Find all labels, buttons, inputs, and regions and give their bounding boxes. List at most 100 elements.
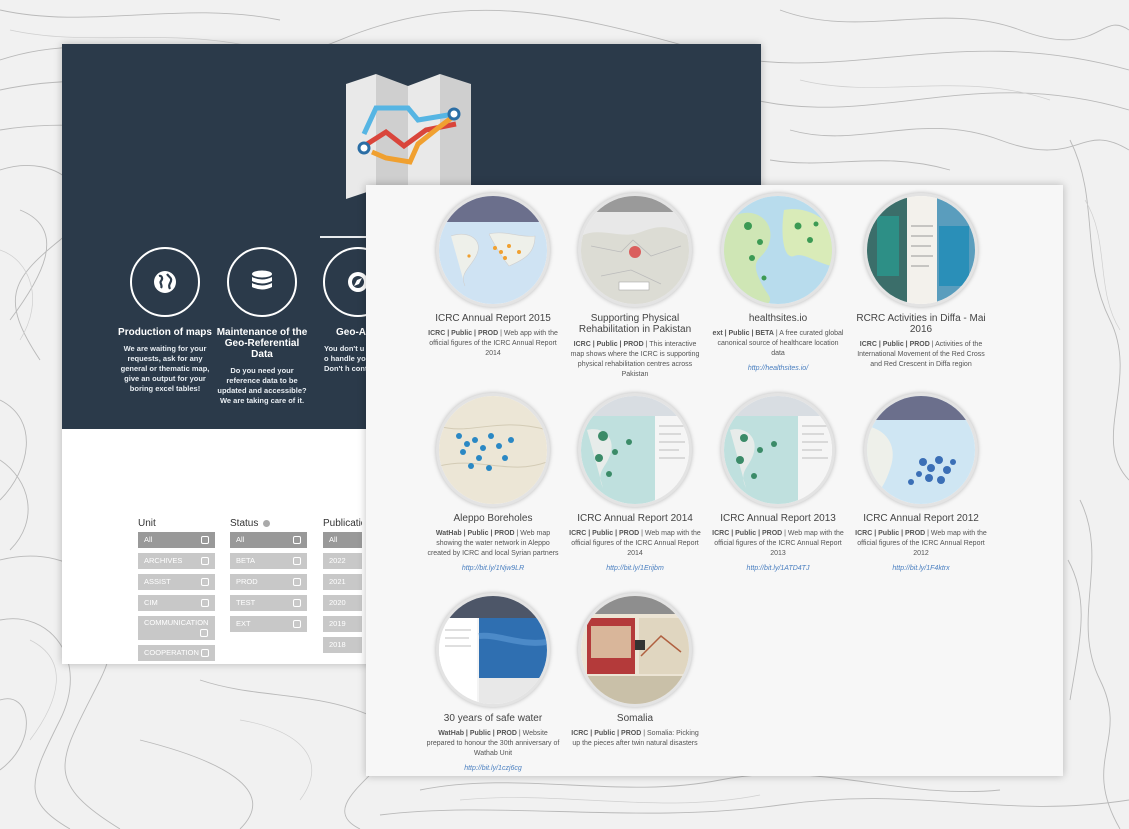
option-label: All — [329, 535, 338, 544]
option-label: TEST — [236, 598, 256, 607]
card-tags: ICRC | Public | PROD — [571, 730, 642, 737]
option-label: CIM — [144, 598, 158, 607]
card-tags: WatHab | Public | PROD — [435, 530, 515, 537]
map-thumbnail[interactable] — [436, 193, 550, 307]
unit-option-cooperation[interactable]: COOPERATION — [138, 645, 215, 661]
map-thumbnail[interactable] — [436, 393, 550, 507]
card-link[interactable]: http://bit.ly/1ATD4TJ — [708, 565, 848, 572]
card-description: ICRC | Public | PROD | Web app with the … — [423, 329, 563, 359]
checkbox-icon — [201, 649, 209, 657]
status-option-test[interactable]: TEST — [230, 595, 307, 611]
status-option-prod[interactable]: PROD — [230, 574, 307, 590]
card-title: ICRC Annual Report 2015 — [435, 313, 551, 324]
service-production-of-maps[interactable]: Production of maps We are waiting for yo… — [118, 247, 212, 394]
checkbox-icon — [201, 557, 209, 565]
card-link[interactable]: http://bit.ly/1czj6cg — [423, 765, 563, 772]
card-link[interactable]: http://bit.ly/1Njw9LR — [423, 565, 563, 572]
status-option-ext[interactable]: EXT — [230, 616, 307, 632]
card-title: Aleppo Boreholes — [453, 513, 533, 524]
map-thumbnail[interactable] — [578, 393, 692, 507]
status-option-all[interactable]: All — [230, 532, 307, 548]
map-thumbnail[interactable] — [578, 593, 692, 707]
publication-option-2021[interactable]: 2021 — [323, 574, 362, 590]
card-description: ext | Public | BETA | A free curated glo… — [708, 329, 848, 359]
gallery-card[interactable]: Aleppo Boreholes WatHab | Public | PROD … — [423, 393, 563, 572]
publication-option-2018[interactable]: 2018 — [323, 637, 362, 653]
map-thumbnail[interactable] — [864, 393, 978, 507]
card-tags: ICRC | Public | PROD — [569, 530, 640, 537]
unit-option-all[interactable]: All — [138, 532, 215, 548]
card-description: ICRC | Public | PROD | Activities of the… — [851, 340, 991, 370]
card-title: healthsites.io — [748, 313, 808, 324]
card-link[interactable]: http://healthsites.io/ — [708, 365, 848, 372]
card-link[interactable]: http://bit.ly/1F4ktrx — [851, 565, 991, 572]
service-description: Do you need your reference data to be up… — [217, 366, 307, 405]
option-label: 2018 — [329, 640, 346, 649]
checkbox-icon — [201, 578, 209, 586]
gallery-card[interactable]: Somalia ICRC | Public | PROD | Somalia: … — [565, 593, 705, 749]
unit-option-archives[interactable]: ARCHIVES — [138, 553, 215, 569]
publication-option-all[interactable]: All — [323, 532, 362, 548]
unit-filter-label: Unit — [138, 518, 156, 529]
service-title: Maintenance of the Geo-Referential Data — [216, 327, 308, 360]
option-label: All — [236, 535, 245, 544]
publication-filter-label: Publicatio — [323, 518, 362, 529]
option-label: 2019 — [329, 619, 346, 628]
publication-option-2019[interactable]: 2019 — [323, 616, 362, 632]
card-title: ICRC Annual Report 2012 — [863, 513, 979, 524]
gallery-card[interactable]: 30 years of safe water WatHab | Public |… — [423, 593, 563, 772]
info-icon[interactable] — [263, 519, 271, 527]
card-description: ICRC | Public | PROD | Somalia: Picking … — [565, 729, 705, 749]
card-description: WatHab | Public | PROD | Website prepare… — [423, 729, 563, 759]
option-label: ASSIST — [144, 577, 171, 586]
photo-thumbnail[interactable] — [864, 193, 978, 307]
card-title: ICRC Annual Report 2013 — [720, 513, 836, 524]
card-description: ICRC | Public | PROD | Web map with the … — [708, 529, 848, 559]
filter-panel: Unit All ARCHIVES ASSIST CIM COMMUNICATI… — [122, 506, 362, 664]
unit-option-assist[interactable]: ASSIST — [138, 574, 215, 590]
status-option-beta[interactable]: BETA — [230, 553, 307, 569]
option-label: 2022 — [329, 556, 346, 565]
checkbox-icon — [200, 629, 208, 637]
gallery-card[interactable]: ICRC Annual Report 2014 ICRC | Public | … — [565, 393, 705, 572]
map-thumbnail[interactable] — [436, 593, 550, 707]
unit-filter: Unit All ARCHIVES ASSIST CIM COMMUNICATI… — [138, 516, 215, 664]
unit-option-cim[interactable]: CIM — [138, 595, 215, 611]
gallery-card[interactable]: ICRC Annual Report 2012 ICRC | Public | … — [851, 393, 991, 572]
card-title: Somalia — [616, 713, 654, 724]
map-thumbnail[interactable] — [721, 393, 835, 507]
card-description: ICRC | Public | PROD | Web map with the … — [565, 529, 705, 559]
service-maintenance-geo-data[interactable]: Maintenance of the Geo-Referential Data … — [215, 247, 309, 406]
gallery-card[interactable]: ICRC Annual Report 2013 ICRC | Public | … — [708, 393, 848, 572]
option-label: 2020 — [329, 598, 346, 607]
publication-option-2022[interactable]: 2022 — [323, 553, 362, 569]
map-thumbnail[interactable] — [578, 193, 692, 307]
map-thumbnail[interactable] — [721, 193, 835, 307]
globe-icon — [130, 247, 200, 317]
checkbox-icon — [201, 599, 209, 607]
option-label: PROD — [236, 577, 258, 586]
gallery-card[interactable]: ICRC Annual Report 2015 ICRC | Public | … — [423, 193, 563, 359]
gallery-card[interactable]: RCRC Activities in Diffa - Mai 2016 ICRC… — [851, 193, 991, 370]
gallery-card[interactable]: healthsites.io ext | Public | BETA | A f… — [708, 193, 848, 372]
card-title: RCRC Activities in Diffa - Mai 2016 — [856, 313, 986, 335]
unit-option-communication[interactable]: COMMUNICATION — [138, 616, 215, 640]
gallery-card[interactable]: Supporting Physical Rehabilitation in Pa… — [565, 193, 705, 380]
service-title: Production of maps — [118, 327, 212, 338]
card-tags: ICRC | Public | PROD — [428, 330, 499, 337]
publication-option-2020[interactable]: 2020 — [323, 595, 362, 611]
maps-gallery-screenshot: ICRC Annual Report 2015 ICRC | Public | … — [366, 185, 1063, 776]
option-label: All — [144, 535, 153, 544]
card-link[interactable]: http://bit.ly/1Erijbm — [565, 565, 705, 572]
card-title: Supporting Physical Rehabilitation in Pa… — [578, 313, 692, 335]
card-tags: ext | Public | BETA — [712, 330, 774, 337]
card-tags: ICRC | Public | PROD — [855, 530, 926, 537]
card-tags: ICRC | Public | PROD — [859, 341, 930, 348]
checkbox-icon — [293, 578, 301, 586]
option-label: EXT — [236, 619, 251, 628]
checkbox-icon — [293, 536, 301, 544]
card-tags: WatHab | Public | PROD — [438, 730, 517, 737]
status-filter: Status All BETA PROD TEST EXT — [230, 516, 307, 637]
option-label: 2021 — [329, 577, 346, 586]
database-icon — [227, 247, 297, 317]
